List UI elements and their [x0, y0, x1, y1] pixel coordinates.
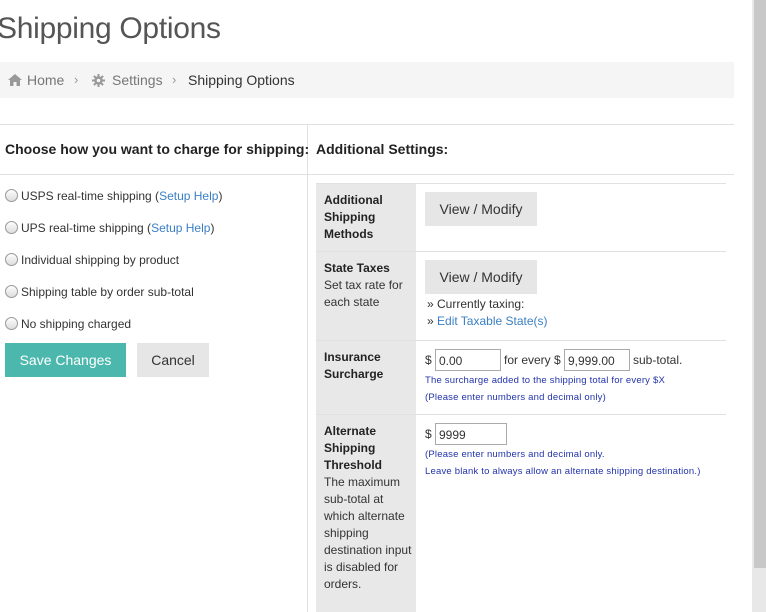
insurance-amount-input[interactable]: 0.00	[435, 349, 501, 371]
row-divider	[316, 251, 726, 252]
radio-none[interactable]	[5, 317, 18, 330]
taxes-desc: Set tax rate for each state	[324, 278, 403, 309]
breadcrumb: Home › Settings › Shipping Options	[0, 62, 734, 98]
vertical-scrollbar[interactable]	[752, 0, 766, 612]
gear-icon[interactable]	[92, 74, 105, 87]
dollar-sign: $	[425, 427, 432, 441]
chevron-right-icon: ›	[172, 72, 177, 87]
insurance-label-text: Insurance Surcharge	[324, 350, 384, 381]
view-modify-methods-button[interactable]: View / Modify	[425, 192, 537, 226]
breadcrumb-settings-link[interactable]: Settings	[112, 72, 163, 88]
column-divider	[307, 124, 308, 612]
view-modify-taxes-button[interactable]: View / Modify	[425, 260, 537, 294]
option-label-end: )	[210, 221, 215, 235]
radio-ups[interactable]	[5, 221, 18, 234]
edit-prefix: »	[427, 314, 438, 328]
cancel-button[interactable]: Cancel	[137, 343, 209, 377]
option-label: No shipping charged	[21, 317, 132, 331]
setup-help-link[interactable]: Setup Help	[159, 189, 218, 203]
threshold-label: Alternate Shipping Threshold The maximum …	[324, 423, 412, 593]
breadcrumb-current: Shipping Options	[188, 72, 295, 88]
methods-label: Additional Shipping Methods	[324, 192, 412, 243]
home-icon[interactable]	[8, 74, 22, 86]
radio-usps[interactable]	[5, 189, 18, 202]
option-label: UPS real-time shipping (	[21, 221, 152, 235]
divider	[0, 174, 734, 175]
radio-individual[interactable]	[5, 253, 18, 266]
insurance-note: The surcharge added to the shipping tota…	[425, 375, 665, 386]
left-section-heading: Choose how you want to charge for shippi…	[5, 141, 310, 157]
row-divider	[316, 183, 726, 184]
edit-taxable-row: » Edit Taxable State(s)	[427, 314, 548, 328]
threshold-note: (Please enter numbers and decimal only.	[425, 449, 605, 460]
breadcrumb-home-link[interactable]: Home	[27, 72, 64, 88]
edit-taxable-states-link[interactable]: Edit Taxable State(s)	[437, 314, 548, 328]
option-label: USPS real-time shipping (	[21, 189, 160, 203]
threshold-desc: The maximum sub-total at which alternate…	[324, 475, 412, 591]
option-label: Shipping table by order sub-total	[21, 285, 194, 299]
insurance-label: Insurance Surcharge	[324, 349, 412, 383]
for-every-text: for every $	[504, 353, 561, 367]
right-section-heading: Additional Settings:	[316, 141, 449, 157]
radio-table[interactable]	[5, 285, 18, 298]
divider	[0, 124, 734, 125]
methods-label-text: Additional Shipping Methods	[324, 193, 383, 241]
chevron-right-icon: ›	[74, 72, 79, 87]
option-label-end: )	[218, 189, 223, 203]
option-label: Individual shipping by product	[21, 253, 180, 267]
threshold-input[interactable]: 9999	[435, 423, 507, 445]
row-divider	[316, 340, 726, 341]
threshold-label-text: Alternate Shipping Threshold	[324, 424, 383, 472]
insurance-subtotal-input[interactable]: 9,999.00	[564, 349, 630, 371]
taxes-label-text: State Taxes	[324, 261, 390, 275]
subtotal-text: sub-total.	[633, 353, 683, 367]
scrollbar-thumb[interactable]	[754, 0, 766, 568]
setup-help-link[interactable]: Setup Help	[151, 221, 210, 235]
page-title: Shipping Options	[0, 12, 221, 45]
dollar-sign: $	[425, 353, 432, 367]
row-divider	[316, 414, 726, 415]
taxes-label: State Taxes Set tax rate for each state	[324, 260, 412, 311]
threshold-note: Leave blank to always allow an alternate…	[425, 466, 701, 477]
save-button[interactable]: Save Changes	[5, 343, 126, 377]
insurance-note: (Please enter numbers and decimal only)	[425, 392, 606, 403]
currently-taxing-text: » Currently taxing:	[427, 297, 525, 311]
